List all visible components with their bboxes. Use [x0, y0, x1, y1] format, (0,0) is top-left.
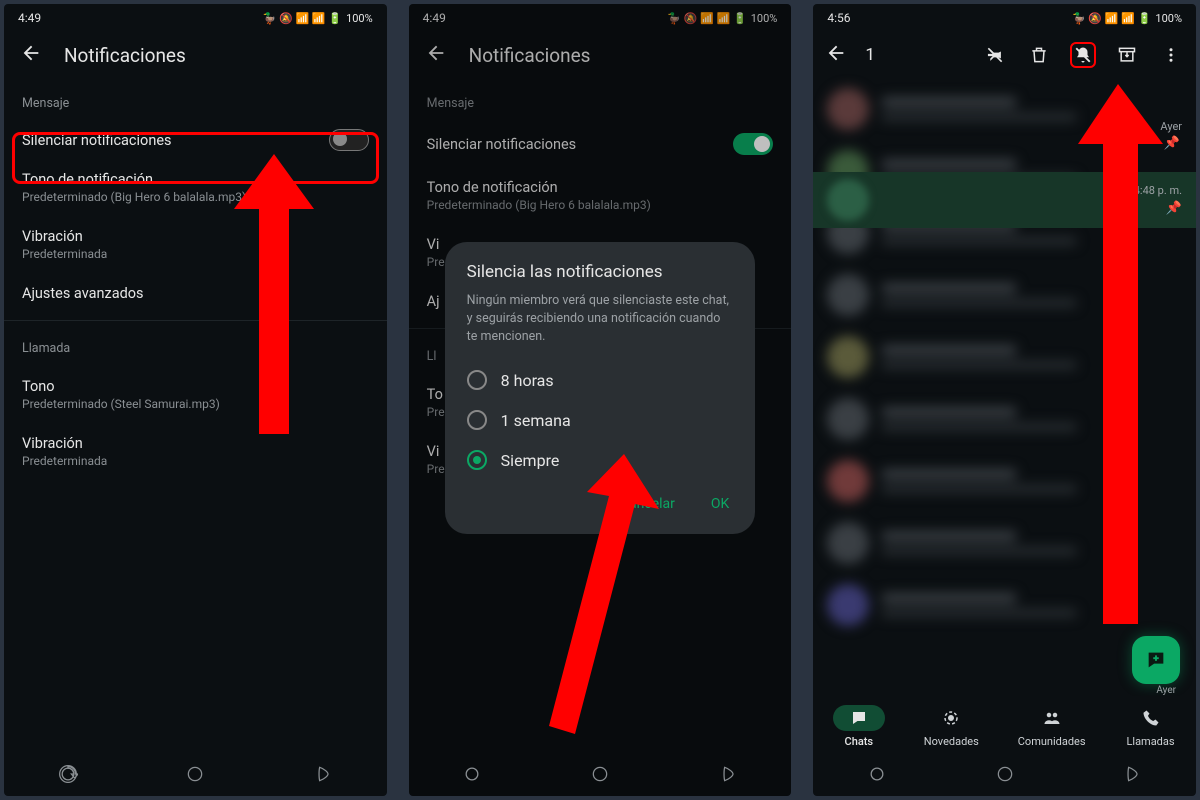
calltone-title: Tono [22, 378, 55, 395]
list-item[interactable] [813, 512, 1196, 574]
calltone-sub: Predeterminado (Steel Samurai.mp3) [22, 397, 220, 411]
section-label-call: Llamada [4, 327, 387, 366]
mute-toggle-off[interactable] [329, 129, 369, 151]
screenshot-2-mute-dialog: 4:49 🦆 🔕 📶 📶 🔋 100% Notificaciones Mensa… [409, 4, 792, 796]
vibration-row[interactable]: Vibración Predeterminada [4, 216, 387, 273]
system-nav-bar [409, 756, 792, 796]
list-item[interactable] [813, 326, 1196, 388]
section-label-message: Mensaje [4, 82, 387, 121]
radio-icon [467, 370, 487, 390]
callvib-title: Vibración [22, 435, 83, 452]
nav-back-icon[interactable] [718, 764, 738, 788]
calls-icon [1125, 705, 1177, 731]
selection-toolbar: 1 [813, 32, 1196, 78]
updates-icon [925, 705, 977, 731]
new-chat-fab[interactable] [1132, 636, 1180, 684]
tab-label: Novedades [924, 735, 979, 748]
chats-icon [833, 705, 885, 731]
nav-home-icon[interactable] [995, 764, 1015, 788]
status-bar: 4:56 🦆 🔕 📶 📶 🔋 100% [813, 4, 1196, 32]
pin-icon[interactable] [982, 42, 1008, 68]
back-arrow-icon[interactable] [825, 42, 847, 68]
radio-option-always[interactable]: Siempre [467, 440, 734, 480]
delete-icon[interactable] [1026, 42, 1052, 68]
advanced-row[interactable]: Ajustes avanzados [4, 273, 387, 314]
mute-bell-icon[interactable] [1070, 42, 1096, 68]
mute-notifications-row[interactable]: Silenciar notificaciones [4, 121, 387, 159]
tab-chats[interactable]: Chats [833, 705, 885, 748]
radio-label: Siempre [501, 451, 560, 470]
dialog-buttons: Cancelar OK [467, 488, 734, 520]
nav-home-icon[interactable] [590, 764, 610, 788]
pin-indicator-icon: 📌 [1164, 136, 1180, 151]
radio-icon [467, 410, 487, 430]
tab-label: Llamadas [1126, 735, 1174, 748]
adv-title: Ajustes avanzados [22, 285, 144, 302]
screenshot-3-chat-list: 4:56 🦆 🔕 📶 📶 🔋 100% 1 [813, 4, 1196, 796]
bottom-tab-bar: Chats Novedades Comunidades Llamadas [813, 696, 1196, 756]
screenshot-1-notifications: 4:49 🦆 🔕 📶 📶 🔋 100% Notificaciones Mensa… [4, 4, 387, 796]
system-nav-bar [813, 756, 1196, 796]
tab-calls[interactable]: Llamadas [1125, 705, 1177, 748]
tab-updates[interactable]: Novedades [924, 705, 979, 748]
call-vib-row[interactable]: Vibración Predeterminada [4, 423, 387, 480]
tab-label: Chats [845, 735, 874, 748]
chat-time-label: Ayer [1160, 120, 1182, 133]
vib-sub: Predeterminada [22, 247, 107, 261]
radio-icon-selected [467, 450, 487, 470]
chat-list-blurred [813, 78, 1196, 658]
nav-back-icon[interactable] [313, 764, 333, 788]
more-icon[interactable] [1158, 42, 1184, 68]
communities-icon [1026, 705, 1078, 731]
selected-chat-time: 4:48 p. m. [1134, 184, 1182, 197]
radio-label: 8 horas [501, 371, 554, 390]
cancel-button[interactable]: Cancelar [616, 488, 679, 520]
ok-button[interactable]: OK [707, 488, 733, 520]
vib-title: Vibración [22, 228, 83, 245]
page-header: Notificaciones [4, 32, 387, 82]
radio-option-8hours[interactable]: 8 horas [467, 360, 734, 400]
battery-pct: 100% [1155, 12, 1182, 25]
radio-option-1week[interactable]: 1 semana [467, 400, 734, 440]
list-item[interactable] [813, 388, 1196, 450]
tab-communities[interactable]: Comunidades [1018, 705, 1086, 748]
pin-indicator-icon: 📌 [1166, 201, 1182, 216]
divider [4, 320, 387, 321]
dialog-description: Ningún miembro verá que silenciaste este… [467, 292, 734, 346]
mute-duration-dialog: Silencia las notificaciones Ningún miemb… [445, 242, 756, 534]
list-item[interactable] [813, 264, 1196, 326]
list-item[interactable] [813, 78, 1196, 140]
list-item[interactable] [813, 450, 1196, 512]
nav-recent-icon[interactable] [462, 764, 482, 788]
callvib-sub: Predeterminada [22, 454, 107, 468]
tone-title: Tono de notificación [22, 171, 153, 188]
status-time: 4:49 [18, 11, 41, 25]
nav-recent-icon[interactable] [867, 764, 887, 788]
list-item[interactable] [813, 574, 1196, 636]
nav-back-icon[interactable] [1122, 764, 1142, 788]
status-bar: 4:49 🦆 🔕 📶 📶 🔋 100% [4, 4, 387, 32]
nav-recent-icon[interactable] [58, 764, 78, 788]
tab-label: Comunidades [1018, 735, 1086, 748]
radio-label: 1 semana [501, 411, 571, 430]
status-icons: 🦆 🔕 📶 📶 🔋 100% [1072, 12, 1182, 25]
call-tone-row[interactable]: Tono Predeterminado (Steel Samurai.mp3) [4, 366, 387, 423]
page-title: Notificaciones [64, 44, 186, 67]
tone-sub: Predeterminado (Big Hero 6 balalala.mp3) [22, 190, 246, 204]
nav-home-icon[interactable] [185, 764, 205, 788]
dialog-title: Silencia las notificaciones [467, 262, 734, 282]
system-nav-bar [4, 756, 387, 796]
fab-label: Ayer [1156, 685, 1176, 696]
selection-count: 1 [865, 45, 875, 65]
mute-label: Silenciar notificaciones [22, 132, 172, 149]
battery-pct: 100% [346, 12, 373, 25]
archive-icon[interactable] [1114, 42, 1140, 68]
status-icons: 🦆 🔕 📶 📶 🔋 100% [263, 12, 373, 25]
back-arrow-icon[interactable] [20, 42, 42, 68]
status-time: 4:56 [827, 11, 850, 25]
selected-chat-row[interactable]: 4:48 p. m. 📌 [813, 172, 1196, 228]
notification-tone-row[interactable]: Tono de notificación Predeterminado (Big… [4, 159, 387, 216]
